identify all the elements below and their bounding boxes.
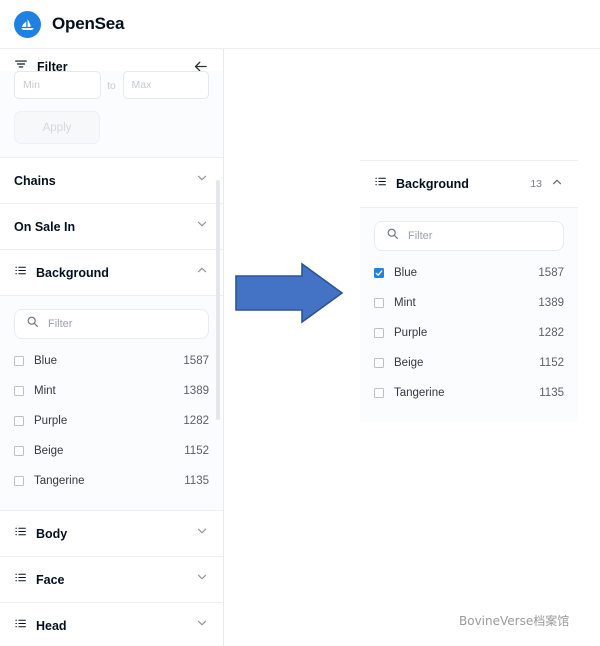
panel-body: Filter Blue 1587 Mint 1389 Purple 1282 B… xyxy=(360,208,578,422)
list-item[interactable]: Mint 1389 xyxy=(14,376,209,406)
selected-count-badge: 13 xyxy=(530,178,542,190)
option-label: Beige xyxy=(394,357,423,369)
price-range-block: Min to Max Apply xyxy=(0,71,223,158)
list-item[interactable]: Mint 1389 xyxy=(374,288,564,318)
sidebar-section-head[interactable]: Head xyxy=(0,603,223,646)
option-count: 1282 xyxy=(538,327,564,339)
option-label: Beige xyxy=(34,445,63,457)
opensea-sailboat-icon[interactable] xyxy=(14,11,41,38)
sidebar-background-body: Filter Blue 1587 Mint 1389 Purple 1282 B… xyxy=(0,296,223,511)
checkbox[interactable] xyxy=(374,388,384,398)
list-icon xyxy=(14,525,27,543)
option-count: 1389 xyxy=(183,385,209,397)
checkbox[interactable] xyxy=(374,358,384,368)
checkbox[interactable] xyxy=(14,416,24,426)
brand-name: OpenSea xyxy=(52,14,124,34)
option-label: Tangerine xyxy=(34,475,85,487)
list-item[interactable]: Tangerine 1135 xyxy=(374,378,564,408)
option-label: Purple xyxy=(394,327,427,339)
option-label: Blue xyxy=(34,355,57,367)
list-icon xyxy=(14,264,27,282)
list-item[interactable]: Purple 1282 xyxy=(14,406,209,436)
checkbox[interactable] xyxy=(374,298,384,308)
panel-filter-search-placeholder: Filter xyxy=(408,230,432,242)
option-count: 1389 xyxy=(538,297,564,309)
list-item[interactable]: Blue 1587 xyxy=(14,346,209,376)
option-label: Mint xyxy=(394,297,416,309)
chevron-up-icon xyxy=(195,263,209,282)
list-item[interactable]: Beige 1152 xyxy=(374,348,564,378)
chevron-down-icon xyxy=(195,217,209,236)
chevron-down-icon xyxy=(195,524,209,543)
checkbox[interactable] xyxy=(14,356,24,366)
watermark: BovineVerse档案馆 xyxy=(459,612,569,629)
option-count: 1152 xyxy=(539,357,564,369)
option-count: 1135 xyxy=(184,475,209,487)
sidebar-section-face[interactable]: Face xyxy=(0,557,223,603)
checkbox[interactable] xyxy=(14,476,24,486)
sidebar-section-label: Chains xyxy=(14,174,56,188)
sidebar-section-on-sale-in[interactable]: On Sale In xyxy=(0,204,223,250)
checkbox[interactable] xyxy=(14,446,24,456)
price-max-placeholder: Max xyxy=(132,79,152,91)
search-icon xyxy=(26,315,39,333)
chevron-up-icon[interactable] xyxy=(550,175,564,194)
sidebar-section-chains[interactable]: Chains xyxy=(0,158,223,204)
sidebar-section-label: Head xyxy=(36,619,67,633)
list-icon xyxy=(14,617,27,635)
price-separator: to xyxy=(101,80,123,99)
list-icon xyxy=(14,571,27,589)
checkbox[interactable] xyxy=(374,328,384,338)
checkbox[interactable] xyxy=(14,386,24,396)
option-count: 1282 xyxy=(183,415,209,427)
chevron-down-icon xyxy=(195,616,209,635)
option-count: 1587 xyxy=(183,355,209,367)
option-label: Mint xyxy=(34,385,56,397)
panel-header-background[interactable]: Background 13 xyxy=(360,161,578,208)
chevron-down-icon xyxy=(195,171,209,190)
option-count: 1135 xyxy=(539,387,564,399)
list-item[interactable]: Purple 1282 xyxy=(374,318,564,348)
list-item[interactable]: Blue 1587 xyxy=(374,258,564,288)
panel-title: Background xyxy=(396,177,469,191)
sidebar-section-label: Background xyxy=(36,266,109,280)
sidebar-section-body[interactable]: Body xyxy=(0,511,223,557)
brand-bar: OpenSea xyxy=(0,0,600,49)
option-label: Purple xyxy=(34,415,67,427)
search-icon xyxy=(386,227,399,245)
sidebar-section-background[interactable]: Background xyxy=(0,250,223,296)
sidebar-section-label: Face xyxy=(36,573,65,587)
list-icon xyxy=(374,175,387,193)
checkbox[interactable] xyxy=(374,268,384,278)
right-arrow-annotation xyxy=(234,262,344,329)
filter-sidebar: Filter Min to Max Apply Chains On Sale xyxy=(0,49,224,646)
price-min-placeholder: Min xyxy=(23,79,40,91)
option-count: 1587 xyxy=(538,267,564,279)
price-range-row: Min to Max xyxy=(14,71,209,99)
list-item[interactable]: Tangerine 1135 xyxy=(14,466,209,496)
sidebar-section-label: Body xyxy=(36,527,67,541)
chevron-down-icon xyxy=(195,570,209,589)
apply-button[interactable]: Apply xyxy=(14,111,100,144)
price-max-input[interactable]: Max xyxy=(123,71,210,99)
sidebar-filter-search-placeholder: Filter xyxy=(48,318,72,330)
price-min-input[interactable]: Min xyxy=(14,71,101,99)
option-label: Blue xyxy=(394,267,417,279)
list-item[interactable]: Beige 1152 xyxy=(14,436,209,466)
option-label: Tangerine xyxy=(394,387,445,399)
sidebar-section-label: On Sale In xyxy=(14,220,75,234)
background-filter-panel: Background 13 Filter Blue 1587 Mint 1389 xyxy=(360,160,578,422)
panel-filter-search-input[interactable]: Filter xyxy=(374,221,564,251)
sidebar-scrollbar-thumb[interactable] xyxy=(216,180,220,420)
option-count: 1152 xyxy=(184,445,209,457)
sidebar-filter-search-input[interactable]: Filter xyxy=(14,309,209,339)
